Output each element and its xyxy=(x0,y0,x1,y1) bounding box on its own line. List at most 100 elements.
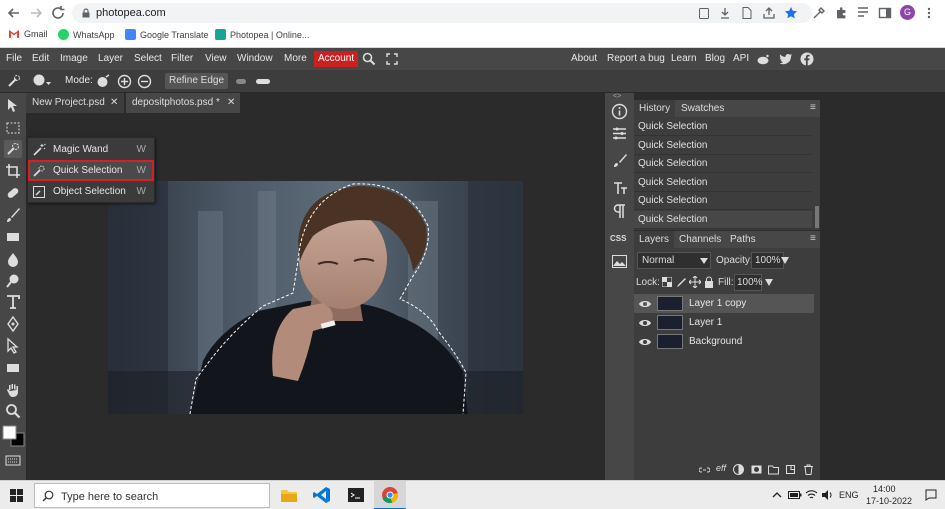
adjustments-icon[interactable] xyxy=(611,125,628,142)
menu-select[interactable]: Select xyxy=(134,53,162,64)
reload-icon[interactable] xyxy=(48,3,68,23)
account-button[interactable]: Account xyxy=(314,51,359,67)
opacity-input[interactable]: 100% xyxy=(751,252,784,269)
menu-layer[interactable]: Layer xyxy=(98,53,123,64)
crop-tool-icon[interactable] xyxy=(4,162,22,180)
profile-avatar[interactable]: G xyxy=(900,5,915,20)
zoom-tool-icon[interactable] xyxy=(4,402,22,420)
menu-image[interactable]: Image xyxy=(60,53,88,64)
history-entry[interactable]: Quick Selection xyxy=(634,174,812,192)
menu-edit[interactable]: Edit xyxy=(32,53,49,64)
page-icon[interactable] xyxy=(740,6,754,20)
forward-icon[interactable] xyxy=(26,3,46,23)
pen-tool-icon[interactable] xyxy=(4,315,22,333)
rectangle-tool-icon[interactable] xyxy=(4,359,22,377)
adjustment-layer-icon[interactable] xyxy=(733,464,744,475)
type-tool-icon[interactable] xyxy=(4,293,22,311)
download-icon[interactable] xyxy=(718,6,732,20)
tray-chevron-up-icon[interactable] xyxy=(772,491,782,498)
blend-mode-select[interactable]: Normal xyxy=(637,252,711,269)
clipboard-icon[interactable] xyxy=(697,6,711,20)
menu-about[interactable]: About xyxy=(571,53,597,64)
bookmark-whatsapp[interactable]: WhatsApp xyxy=(58,29,115,40)
history-entry[interactable]: Quick Selection xyxy=(634,155,812,173)
quick-selection-tool-button[interactable] xyxy=(4,140,22,158)
add-to-selection-icon[interactable] xyxy=(117,74,132,89)
battery-icon[interactable] xyxy=(788,490,802,500)
layer-mask-icon[interactable] xyxy=(751,464,762,475)
character-icon[interactable] xyxy=(611,180,628,197)
paragraph-icon[interactable] xyxy=(611,203,628,220)
panel-menu-icon[interactable]: ≡ xyxy=(810,233,816,244)
tab-channels[interactable]: Channels xyxy=(674,231,726,248)
tab-swatches[interactable]: Swatches xyxy=(676,100,729,117)
foreground-background-colors[interactable] xyxy=(2,425,26,447)
language-indicator[interactable]: ENG xyxy=(839,490,859,500)
reddit-icon[interactable] xyxy=(756,53,770,65)
history-scrollbar[interactable] xyxy=(815,206,819,228)
volume-icon[interactable] xyxy=(821,489,834,501)
fullscreen-icon[interactable] xyxy=(386,53,398,65)
share-icon[interactable] xyxy=(762,6,776,20)
document-canvas[interactable] xyxy=(108,181,523,414)
brush-settings-icon[interactable] xyxy=(611,152,628,169)
side-panel-icon[interactable] xyxy=(878,6,892,20)
tab-depositphotos[interactable]: depositphotos.psd * xyxy=(126,93,240,113)
wifi-icon[interactable] xyxy=(805,489,818,501)
subtract-from-selection-icon[interactable] xyxy=(137,74,152,89)
history-entry[interactable]: Quick Selection xyxy=(634,192,812,210)
quick-selection-tool-icon[interactable] xyxy=(6,73,22,89)
flyout-item-object-selection[interactable]: Object Selection W xyxy=(28,181,154,202)
image-icon[interactable] xyxy=(611,253,628,270)
css-icon[interactable]: CSS xyxy=(610,234,626,243)
new-layer-icon[interactable] xyxy=(785,464,796,475)
fill-input[interactable]: 100% xyxy=(734,274,763,291)
visibility-eye-icon[interactable] xyxy=(639,337,651,347)
history-entry[interactable]: Quick Selection xyxy=(634,211,812,229)
lock-all-icon[interactable] xyxy=(704,276,714,288)
new-selection-icon[interactable] xyxy=(96,74,111,89)
opacity-dropdown-icon[interactable] xyxy=(781,257,789,264)
extensions-icon[interactable] xyxy=(834,6,848,20)
windows-start-icon[interactable] xyxy=(10,489,23,502)
reading-list-icon[interactable] xyxy=(856,6,870,20)
history-entry[interactable]: Quick Selection xyxy=(634,137,812,155)
history-entry[interactable]: Quick Selection xyxy=(634,118,812,136)
clock-date[interactable]: 17-10-2022 xyxy=(866,496,912,506)
link-layers-icon[interactable] xyxy=(699,464,710,475)
effects-icon[interactable]: eff xyxy=(716,463,726,473)
bookmark-google-translate[interactable]: Google Translate xyxy=(125,29,209,40)
menu-window[interactable]: Window xyxy=(237,53,273,64)
lock-pixels-icon[interactable] xyxy=(676,277,686,287)
fill-dropdown-icon[interactable] xyxy=(765,279,773,286)
chrome-taskbar-active[interactable] xyxy=(374,481,406,509)
bookmark-gmail[interactable]: Gmail xyxy=(8,29,48,39)
marquee-tool-icon[interactable] xyxy=(4,119,22,137)
paint-bucket-tool-icon[interactable] xyxy=(4,250,22,268)
dodge-tool-icon[interactable] xyxy=(4,272,22,290)
more-vert-icon[interactable] xyxy=(922,6,936,20)
tab-close-icon[interactable]: ✕ xyxy=(110,97,118,108)
collapse-arrows-icon[interactable]: <> xyxy=(613,93,621,100)
search-icon[interactable] xyxy=(362,52,376,66)
tab-history[interactable]: History xyxy=(634,100,676,117)
file-explorer-icon[interactable] xyxy=(280,486,298,504)
back-icon[interactable] xyxy=(4,3,24,23)
new-folder-icon[interactable] xyxy=(768,464,779,475)
visibility-eye-icon[interactable] xyxy=(639,318,651,328)
refine-edge-button[interactable]: Refine Edge xyxy=(165,73,229,89)
menu-more[interactable]: More xyxy=(284,53,307,64)
layer-row[interactable]: Background xyxy=(634,332,814,351)
notifications-icon[interactable] xyxy=(925,489,937,501)
layer-row[interactable]: Layer 1 copy xyxy=(634,294,814,313)
visibility-eye-icon[interactable] xyxy=(639,299,651,309)
flyout-item-magic-wand[interactable]: Magic Wand W xyxy=(28,139,154,160)
lock-position-icon[interactable] xyxy=(689,276,701,288)
tab-layers[interactable]: Layers xyxy=(634,231,675,248)
tab-paths[interactable]: Paths xyxy=(725,231,761,248)
menu-report-bug[interactable]: Report a bug xyxy=(607,53,665,64)
delete-layer-icon[interactable] xyxy=(803,464,814,475)
lock-transparency-icon[interactable] xyxy=(662,277,672,287)
clock-time[interactable]: 14:00 xyxy=(873,484,896,494)
facebook-icon[interactable] xyxy=(800,52,814,66)
